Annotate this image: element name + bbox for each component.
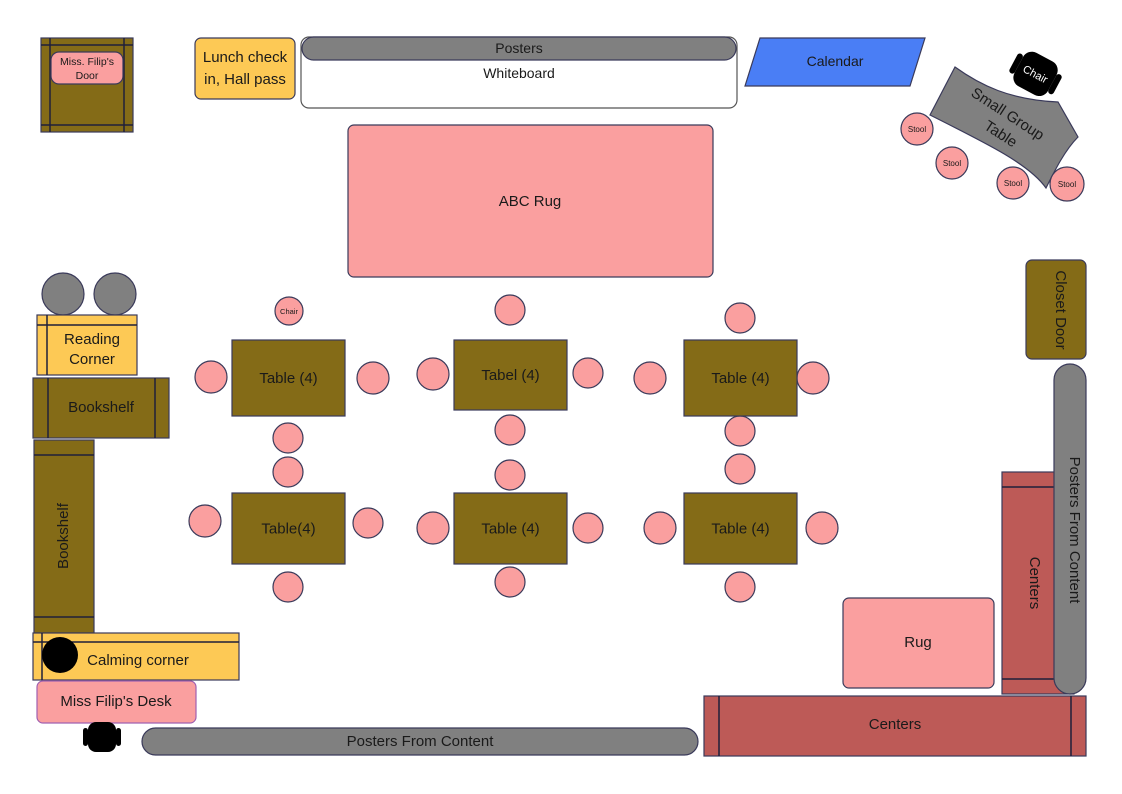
posters-top-label: Posters: [495, 40, 542, 56]
student-chair[interactable]: [724, 571, 756, 603]
stool-label: Stool: [943, 159, 961, 168]
stool[interactable]: Stool: [935, 146, 969, 180]
calendar-label: Calendar: [807, 53, 864, 69]
abc-rug[interactable]: ABC Rug: [347, 124, 714, 278]
stool[interactable]: Stool: [996, 166, 1030, 200]
student-table-label: Table(4): [261, 521, 315, 538]
student-table-label: Table (4): [711, 370, 769, 387]
student-tables: Chair Table (4) Tabel (4) Table (4) Table(4)…: [188, 294, 839, 603]
closet-door[interactable]: Closet Door: [1025, 259, 1087, 360]
lunch-label-line1: Lunch check: [203, 49, 288, 66]
stool[interactable]: Stool: [1049, 166, 1085, 202]
bookshelf-vertical-label: Bookshelf: [55, 502, 72, 569]
student-chair[interactable]: [416, 511, 450, 545]
student-chair[interactable]: [494, 566, 526, 598]
student-chair[interactable]: Chair: [274, 296, 304, 326]
reading-label-line2: Corner: [69, 351, 115, 368]
student-table[interactable]: Table (4): [683, 339, 798, 417]
centers-bottom-label: Centers: [869, 716, 922, 733]
reading-corner[interactable]: Reading Corner: [36, 314, 138, 376]
student-table-label: Table (4): [259, 370, 317, 387]
student-table-label: Table (4): [481, 521, 539, 538]
student-chair[interactable]: [194, 360, 228, 394]
student-table-group: Tabel (4): [416, 294, 604, 446]
student-chair[interactable]: [494, 294, 526, 326]
student-chair[interactable]: [416, 357, 450, 391]
student-table[interactable]: Tabel (4): [453, 339, 568, 411]
bean-bag[interactable]: [41, 272, 85, 316]
student-chair[interactable]: [494, 414, 526, 446]
stool[interactable]: Stool: [900, 112, 934, 146]
stool-label: Stool: [1058, 180, 1076, 189]
student-chair[interactable]: [272, 571, 304, 603]
posters-right-label: Posters From Content: [1066, 457, 1083, 605]
student-chair[interactable]: [805, 511, 839, 545]
student-table-group: Table (4): [643, 453, 839, 603]
lunch-label-line2: in, Hall pass: [204, 71, 286, 88]
stool-label: Stool: [908, 125, 926, 134]
door-label-line1: Miss. Filip's: [60, 56, 114, 68]
student-chair[interactable]: [724, 415, 756, 447]
student-chair[interactable]: [572, 357, 604, 389]
teacher-chair-top[interactable]: Chair: [1005, 45, 1067, 102]
posters-from-content-bottom[interactable]: Posters From Content: [141, 727, 699, 756]
bookshelf-vertical[interactable]: Bookshelf: [33, 439, 95, 634]
student-table-label: Tabel (4): [481, 367, 539, 384]
student-chair[interactable]: [796, 361, 830, 395]
student-chair[interactable]: [356, 361, 390, 395]
student-table-group: Table(4): [188, 456, 384, 603]
lunch-check-in-station[interactable]: Lunch check in, Hall pass: [194, 37, 296, 100]
posters-top[interactable]: Posters: [301, 36, 737, 61]
student-chair[interactable]: [633, 361, 667, 395]
student-table[interactable]: Table (4): [453, 492, 568, 565]
calming-corner-label: Calming corner: [87, 652, 189, 669]
student-table-group: Table (4): [633, 302, 830, 447]
student-chair[interactable]: [494, 459, 526, 491]
closet-door-label: Closet Door: [1052, 270, 1069, 349]
rug[interactable]: Rug: [842, 597, 995, 689]
bookshelf-label: Bookshelf: [68, 399, 135, 416]
teacher-desk-chair[interactable]: [83, 722, 121, 752]
student-chair[interactable]: [572, 512, 604, 544]
teacher-desk[interactable]: Miss Filip's Desk: [36, 680, 197, 724]
rug-label: Rug: [904, 634, 932, 651]
bean-bag[interactable]: [93, 272, 137, 316]
stool-label: Stool: [1004, 179, 1022, 188]
student-chair[interactable]: [272, 456, 304, 488]
student-chair[interactable]: [188, 504, 222, 538]
door-label-line2: Door: [76, 70, 99, 82]
centers-bottom[interactable]: Centers: [703, 695, 1087, 757]
student-table[interactable]: Table(4): [231, 492, 346, 565]
centers-vertical-label: Centers: [1026, 557, 1043, 610]
student-chair[interactable]: [724, 453, 756, 485]
student-chair[interactable]: [724, 302, 756, 334]
teacher-desk-label: Miss Filip's Desk: [60, 693, 172, 710]
abc-rug-label: ABC Rug: [499, 193, 562, 210]
posters-from-content-right[interactable]: Posters From Content: [1053, 363, 1087, 695]
student-chair[interactable]: [272, 422, 304, 454]
student-chair[interactable]: [352, 507, 384, 539]
whiteboard-label: Whiteboard: [483, 65, 555, 81]
calming-bean-bag: [42, 637, 78, 673]
floor-plan: Miss. Filip's Door Lunch check in, Hall …: [32, 36, 1087, 757]
student-table[interactable]: Table (4): [231, 339, 346, 417]
bookshelf-horizontal[interactable]: Bookshelf: [32, 377, 170, 439]
chair-label: Chair: [280, 307, 298, 316]
student-table[interactable]: Table (4): [683, 492, 798, 565]
student-table-label: Table (4): [711, 521, 769, 538]
classroom-door[interactable]: Miss. Filip's Door: [40, 37, 134, 133]
student-table-group: Chair Table (4): [194, 296, 390, 454]
calming-corner[interactable]: Calming corner: [32, 632, 240, 681]
reading-label-line1: Reading: [64, 331, 120, 348]
calendar[interactable]: Calendar: [744, 37, 926, 87]
student-table-group: Table (4): [416, 459, 604, 598]
student-chair[interactable]: [643, 511, 677, 545]
posters-bottom-label: Posters From Content: [347, 733, 495, 750]
